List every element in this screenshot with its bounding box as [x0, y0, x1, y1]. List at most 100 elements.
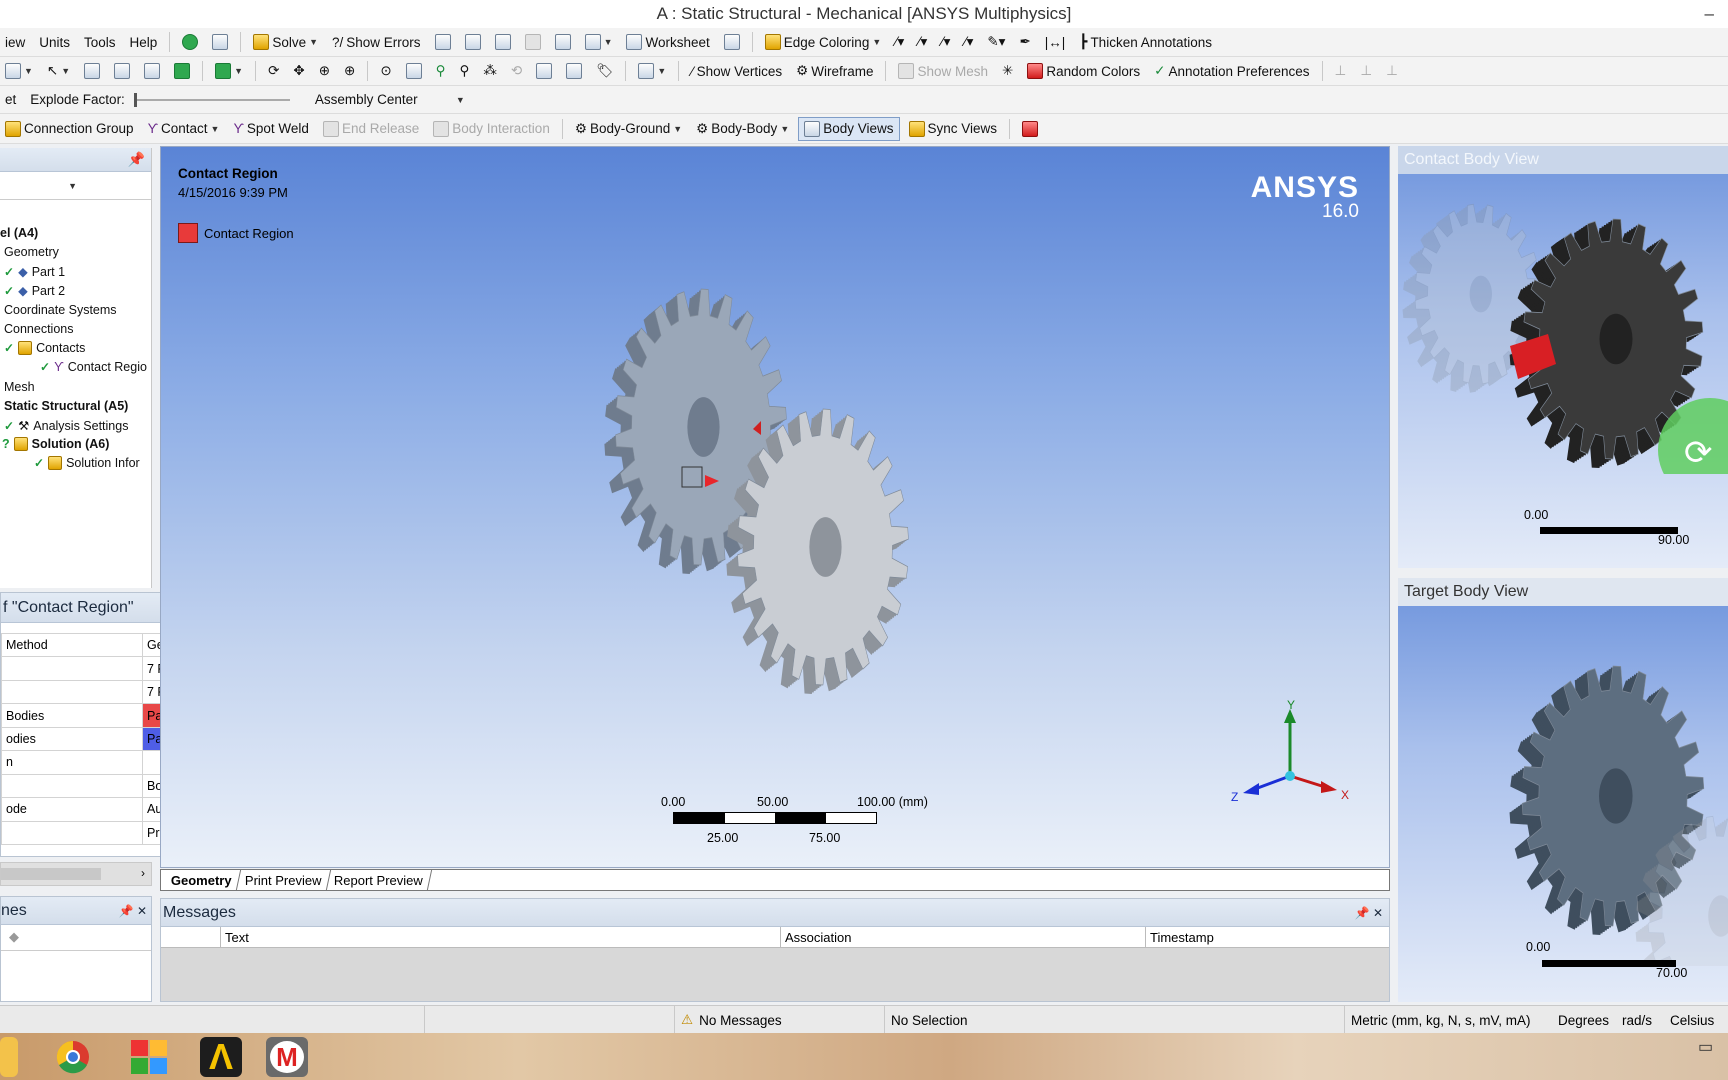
end-release-button[interactable]: End Release	[318, 117, 424, 141]
outline-filter-select[interactable]: ▼	[0, 172, 151, 200]
target-body-view[interactable]: Target Body View 0.00 70.00	[1398, 578, 1728, 1002]
previous-view-button[interactable]: ⟲	[506, 59, 527, 83]
spot-weld-button[interactable]: ϒ Spot Weld	[228, 117, 313, 141]
chevron-down-icon[interactable]: ▼	[234, 66, 243, 76]
edge-style-1[interactable]: ⁄▾	[890, 30, 909, 54]
annotation-preferences-button[interactable]: ✓ Annotation Preferences	[1149, 59, 1314, 83]
tag-button[interactable]: 🏷	[591, 59, 618, 83]
chevron-down-icon[interactable]: ▼	[68, 181, 77, 191]
edge-style-4[interactable]: ⁄▾	[959, 30, 978, 54]
check-button[interactable]	[177, 30, 203, 54]
apps-grid-icon[interactable]	[128, 1037, 170, 1077]
tree-item-solution-information[interactable]: ✓ Solution Infor	[34, 456, 140, 470]
magnifier-window-button[interactable]: ⚲	[455, 59, 475, 83]
worksheet-connections-button[interactable]	[1017, 117, 1043, 141]
tree-item-static-structural[interactable]: Static Structural (A5)	[4, 399, 128, 413]
tree-item-solution[interactable]: ? Solution (A6)	[2, 437, 109, 451]
status-temperature[interactable]: Celsius	[1664, 1006, 1728, 1034]
tree-item-model[interactable]: el (A4)	[0, 226, 38, 240]
rotate-button[interactable]: ⟳	[263, 59, 284, 83]
status-units[interactable]: Metric (mm, kg, N, s, mV, mA)	[1344, 1006, 1552, 1034]
chevron-down-icon[interactable]: ▼	[24, 66, 33, 76]
zoom-in-button[interactable]: ⊕	[339, 59, 360, 83]
chevron-down-icon[interactable]: ▼	[780, 124, 789, 134]
tree-item-contacts[interactable]: ✓ Contacts	[4, 341, 85, 355]
body-interaction-button[interactable]: Body Interaction	[428, 117, 555, 141]
pointer-button[interactable]: ↖ ▼	[42, 59, 75, 83]
select-edge-button[interactable]	[109, 59, 135, 83]
worksheet-button[interactable]: Worksheet	[621, 30, 714, 54]
close-icon[interactable]: ✕	[1373, 906, 1383, 920]
scroll-right-icon[interactable]: ›	[141, 866, 145, 880]
select-body-button[interactable]	[169, 59, 195, 83]
sync-views-button[interactable]: Sync Views	[904, 117, 1003, 141]
chevron-down-icon[interactable]: ▼	[309, 37, 318, 47]
tree-item-connections[interactable]: Connections	[4, 322, 74, 336]
iso-view-button[interactable]: ⁂	[478, 59, 502, 83]
slider-thumb[interactable]	[133, 92, 137, 107]
box-zoom-button[interactable]: ⊙	[375, 59, 396, 83]
body-body-button[interactable]: ⚙ Body-Body ▼	[691, 117, 794, 141]
status-messages[interactable]: ⚠ No Messages	[674, 1006, 884, 1034]
edge-coloring-button[interactable]: Edge Coloring ▼	[760, 30, 886, 54]
contact-body-view[interactable]: Contact Body View ⟳ 0.00 90.00	[1398, 146, 1728, 568]
thicken-annotations-button[interactable]: ┣ Thicken Annotations	[1074, 30, 1217, 54]
chevron-down-icon[interactable]: ▼	[456, 95, 465, 105]
tree-item-coordinate-systems[interactable]: Coordinate Systems	[4, 303, 117, 317]
solve-button[interactable]: Solve ▼	[248, 30, 323, 54]
show-mesh-button[interactable]: Show Mesh	[893, 59, 993, 83]
tool-button-e[interactable]	[550, 30, 576, 54]
wireframe-button[interactable]: ⚙ Wireframe	[791, 59, 878, 83]
hscroll-thumb[interactable]	[1, 868, 101, 880]
body-views-button[interactable]: Body Views	[798, 116, 900, 141]
chevron-down-icon[interactable]: ▼	[872, 37, 881, 47]
folder-icon[interactable]	[0, 1037, 18, 1077]
tree-item-contact-region[interactable]: ✓ ϒ Contact Regio	[40, 360, 147, 374]
tree-filter-button[interactable]	[207, 30, 233, 54]
show-errors-button[interactable]: ?/Show Errors	[327, 30, 426, 54]
tab-geometry[interactable]: Geometry	[162, 870, 241, 890]
explode-slider[interactable]	[133, 92, 290, 108]
close-icon[interactable]: ✕	[137, 904, 147, 918]
pin-icon[interactable]: 📌	[128, 151, 145, 168]
tree-item-part1[interactable]: ✓ ◆ Part 1	[4, 264, 65, 280]
status-degrees[interactable]: Degrees	[1552, 1006, 1616, 1034]
body-ground-button[interactable]: ⚙ Body-Ground ▼	[570, 117, 687, 141]
messages-col-association[interactable]: Association	[781, 927, 1146, 947]
axis-triad[interactable]: Y X Z	[1221, 699, 1351, 809]
extend-button[interactable]: ▼	[210, 59, 248, 83]
print-button[interactable]	[561, 59, 587, 83]
pin-tool-button[interactable]: ✒	[1014, 30, 1035, 54]
show-vertices-button[interactable]: ⁄ Show Vertices	[686, 59, 787, 83]
tree-item-mesh[interactable]: Mesh	[4, 380, 35, 394]
tab-report-preview[interactable]: Report Preview	[326, 870, 433, 890]
tree-item-geometry[interactable]: Geometry	[4, 245, 59, 259]
pin-icon[interactable]: 📌	[1355, 906, 1370, 920]
magnifier-button[interactable]: ⚲	[431, 59, 451, 83]
gears-model[interactable]	[561, 287, 981, 707]
edge-style-2[interactable]: ⁄▾	[913, 30, 932, 54]
screenshot-button[interactable]	[531, 59, 557, 83]
connection-group-button[interactable]: Connection Group	[0, 117, 139, 141]
chevron-down-icon[interactable]: ▼	[604, 37, 613, 47]
diamond-icon[interactable]: ◆	[9, 929, 19, 944]
tool-button-b[interactable]	[460, 30, 486, 54]
select-face-button[interactable]	[139, 59, 165, 83]
contact-button[interactable]: ϒ Contact ▼	[143, 117, 225, 141]
chevron-down-icon[interactable]: ▼	[61, 66, 70, 76]
viewport-layout-button[interactable]: ▼	[633, 59, 671, 83]
menu-units[interactable]: Units	[34, 30, 75, 54]
chevron-down-icon[interactable]: ▼	[211, 124, 220, 134]
triad-button-1[interactable]: ⊥	[1330, 59, 1352, 83]
messages-col-timestamp[interactable]: Timestamp	[1146, 927, 1389, 947]
select-vertex-button[interactable]	[79, 59, 105, 83]
messages-col-text[interactable]: Text	[221, 927, 781, 947]
minimize-button[interactable]: –	[1705, 4, 1714, 24]
zoom-button[interactable]: ⊕	[314, 59, 335, 83]
zoom-fit-button[interactable]	[401, 59, 427, 83]
chrome-icon[interactable]	[52, 1037, 94, 1077]
ansys-app-icon[interactable]: Λ	[200, 1037, 242, 1077]
edge-style-5[interactable]: ✎▾	[982, 30, 1010, 54]
edge-direction-button[interactable]: |↔|	[1040, 30, 1071, 54]
triad-button-3[interactable]: ⊥	[1381, 59, 1403, 83]
